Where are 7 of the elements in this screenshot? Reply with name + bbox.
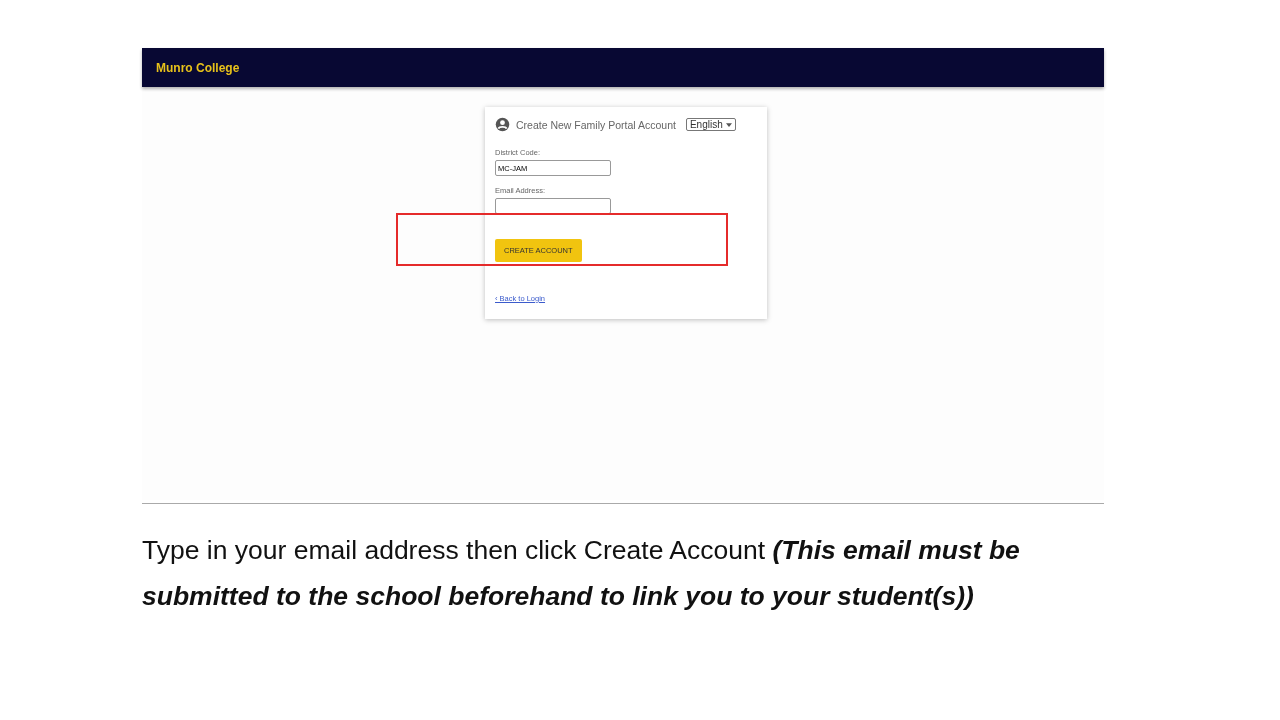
- college-name: Munro College: [156, 60, 240, 75]
- caret-icon: [725, 122, 732, 127]
- card-title: Create New Family Portal Account: [516, 118, 676, 131]
- user-icon: [495, 117, 510, 132]
- language-dropdown[interactable]: English: [685, 118, 736, 131]
- input-field[interactable]: [495, 198, 611, 214]
- instruction-text: Type in your email address then click Create Account (This email must be submitted to the school beforehand to link you to your student(s)): [142, 534, 1021, 613]
